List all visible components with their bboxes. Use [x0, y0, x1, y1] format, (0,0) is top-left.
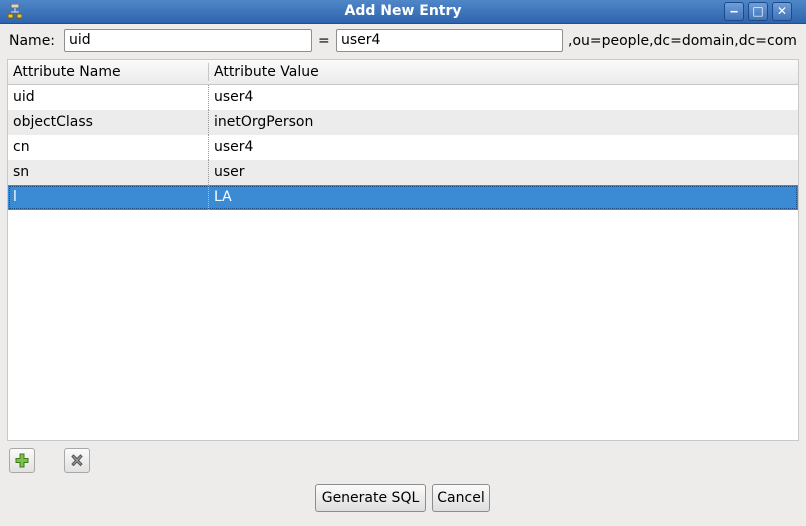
- add-attribute-button[interactable]: [9, 448, 35, 473]
- equals-label: =: [318, 33, 330, 49]
- table-row[interactable]: objectClass inetOrgPerson: [8, 110, 798, 135]
- dn-row: Name: uid = user4 ,ou=people,dc=domain,d…: [0, 24, 806, 58]
- cell-divider: [208, 160, 209, 185]
- table-row[interactable]: sn user: [8, 160, 798, 185]
- attribute-value-cell: user: [214, 164, 245, 180]
- attribute-name-cell: cn: [13, 139, 30, 155]
- attribute-value-cell: LA: [214, 189, 232, 205]
- attribute-name-cell: uid: [13, 89, 35, 105]
- rdn-attribute-input[interactable]: uid: [64, 29, 312, 52]
- cancel-button[interactable]: Cancel: [432, 484, 490, 512]
- attribute-value-cell: user4: [214, 139, 254, 155]
- attribute-value-cell: inetOrgPerson: [214, 114, 314, 130]
- attribute-value-cell: user4: [214, 89, 254, 105]
- attributes-table[interactable]: Attribute Name Attribute Value uid user4…: [7, 59, 799, 441]
- dn-suffix-label: ,ou=people,dc=domain,dc=com: [568, 33, 797, 49]
- table-row[interactable]: uid user4: [8, 85, 798, 110]
- column-header-name[interactable]: Attribute Name: [13, 64, 121, 80]
- table-row-selected[interactable]: l LA: [8, 185, 798, 210]
- table-header: Attribute Name Attribute Value: [8, 60, 798, 85]
- column-header-value[interactable]: Attribute Value: [214, 64, 319, 80]
- cell-divider: [208, 110, 209, 135]
- column-separator[interactable]: [208, 63, 209, 81]
- plus-icon: [15, 453, 29, 468]
- attribute-name-cell: l: [13, 189, 17, 205]
- name-label: Name:: [9, 33, 56, 49]
- remove-attribute-button[interactable]: [64, 448, 90, 473]
- close-icon[interactable]: ✕: [772, 2, 792, 21]
- rdn-value-input[interactable]: user4: [336, 29, 563, 52]
- attribute-name-cell: objectClass: [13, 114, 93, 130]
- delete-icon: [71, 454, 83, 467]
- cell-divider: [208, 85, 209, 110]
- attribute-name-cell: sn: [13, 164, 30, 180]
- title-bar[interactable]: Add New Entry ‒ □ ✕: [0, 0, 806, 24]
- window-title: Add New Entry: [344, 3, 462, 19]
- table-row[interactable]: cn user4: [8, 135, 798, 160]
- focus-outline: [9, 186, 797, 209]
- generate-sql-button[interactable]: Generate SQL: [315, 484, 426, 512]
- minimize-icon[interactable]: ‒: [724, 2, 744, 21]
- cell-divider: [208, 135, 209, 160]
- maximize-icon[interactable]: □: [748, 2, 768, 21]
- cell-divider: [208, 185, 209, 210]
